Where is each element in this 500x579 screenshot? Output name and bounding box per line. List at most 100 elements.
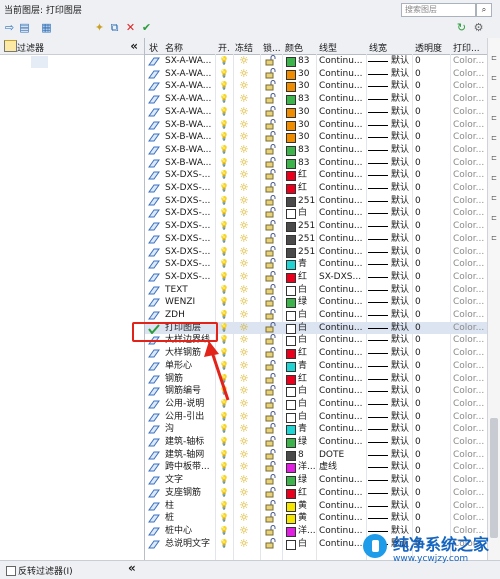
lightbulb-icon[interactable]: 💡 (219, 334, 231, 347)
unlock-icon[interactable] (265, 537, 277, 551)
sun-icon[interactable]: ☼ (239, 207, 251, 220)
transparency[interactable]: 0 (415, 334, 445, 347)
sun-icon[interactable]: ☼ (239, 334, 251, 347)
linetype[interactable]: Continu... (319, 500, 365, 513)
lineweight[interactable]: 默认 (391, 106, 411, 119)
color-swatch[interactable] (286, 349, 296, 360)
transparency[interactable]: 0 (415, 296, 445, 309)
lineweight[interactable]: 默认 (391, 220, 411, 233)
color-name[interactable]: 30 (298, 68, 315, 81)
lightbulb-icon[interactable]: 💡 (219, 500, 231, 513)
layer-name[interactable]: 建筑-轴标 (165, 436, 214, 449)
transparency[interactable]: 0 (415, 360, 445, 373)
transparency[interactable]: 0 (415, 284, 445, 297)
linetype[interactable]: Continu... (319, 309, 365, 322)
plot-style[interactable]: Color... (453, 131, 485, 144)
lineweight[interactable]: 默认 (391, 207, 411, 220)
color-name[interactable]: 红 (298, 487, 315, 500)
plot-style[interactable]: Color... (453, 246, 485, 259)
lightbulb-icon[interactable]: 💡 (219, 68, 231, 81)
layer-name[interactable]: 建筑-轴网 (165, 449, 214, 462)
layer-row[interactable]: SX-B-WA... 💡 ☼ 83 Continu... 默认 0 Color... (145, 144, 487, 157)
layer-row[interactable]: WENZI 💡 ☼ 绿 Continu... 默认 0 Color... (145, 296, 487, 309)
lineweight[interactable]: 默认 (391, 474, 411, 487)
unlock-icon[interactable] (265, 283, 277, 297)
lightbulb-icon[interactable]: 💡 (219, 296, 231, 309)
strip-icon[interactable]: ⊏ (491, 114, 499, 122)
lineweight[interactable]: 默认 (391, 119, 411, 132)
plot-style[interactable]: Color... (453, 512, 485, 525)
color-swatch[interactable] (286, 95, 296, 106)
strip-icon[interactable]: ⊏ (491, 54, 499, 62)
unlock-icon[interactable] (265, 105, 277, 119)
color-name[interactable]: 红 (298, 373, 315, 386)
layer-name[interactable]: SX-DXS-... (165, 220, 214, 233)
unlock-icon[interactable] (265, 474, 277, 487)
transparency[interactable]: 0 (415, 131, 445, 144)
plot-style[interactable]: Color... (453, 169, 485, 182)
lightbulb-icon[interactable]: 💡 (219, 538, 231, 551)
plot-style[interactable]: Color... (453, 373, 485, 386)
sun-icon[interactable]: ☼ (239, 93, 251, 106)
color-name[interactable]: 83 (298, 55, 315, 68)
color-name[interactable]: 白 (298, 284, 315, 297)
color-swatch[interactable] (286, 209, 296, 220)
lightbulb-icon[interactable]: 💡 (219, 347, 231, 360)
plot-style[interactable]: Color... (453, 309, 485, 322)
lightbulb-icon[interactable]: 💡 (219, 195, 231, 208)
color-swatch[interactable] (286, 450, 296, 461)
delete-layer-icon[interactable]: ✕ (124, 21, 137, 34)
lineweight[interactable]: 默认 (391, 68, 411, 81)
linetype[interactable]: Continu... (319, 411, 365, 424)
transparency[interactable]: 0 (415, 233, 445, 246)
transparency[interactable]: 0 (415, 246, 445, 259)
invert-filter-checkbox[interactable] (6, 566, 16, 576)
layer-states-icon[interactable]: ▦ (40, 21, 53, 34)
layer-name[interactable]: 大样钢筋 (165, 347, 214, 360)
lineweight[interactable]: 默认 (391, 449, 411, 462)
unlock-icon[interactable] (265, 448, 277, 462)
refresh-icon[interactable]: ↻ (455, 21, 468, 34)
col-lineweight[interactable]: 线宽 (369, 41, 387, 54)
layer-name[interactable]: SX-DXS-... (165, 246, 214, 259)
sun-icon[interactable]: ☼ (239, 385, 251, 398)
color-name[interactable]: 黄 (298, 500, 315, 513)
color-name[interactable]: 83 (298, 157, 315, 170)
col-name[interactable]: 名称 (165, 41, 183, 54)
strip-icon[interactable]: ⊏ (491, 134, 499, 142)
transparency[interactable]: 0 (415, 500, 445, 513)
color-name[interactable]: 青 (298, 360, 315, 373)
new-layer-icon[interactable]: ✦ (93, 21, 106, 34)
lineweight[interactable]: 默认 (391, 182, 411, 195)
lightbulb-icon[interactable]: 💡 (219, 131, 231, 144)
plot-style[interactable]: Color... (453, 233, 485, 246)
set-current-icon[interactable]: ✔ (140, 21, 153, 34)
layer-name[interactable]: 文字 (165, 474, 214, 487)
lineweight[interactable]: 默认 (391, 296, 411, 309)
linetype[interactable]: Continu... (319, 436, 365, 449)
lightbulb-icon[interactable]: 💡 (219, 182, 231, 195)
color-swatch[interactable] (286, 438, 296, 448)
unlock-icon[interactable] (265, 461, 277, 474)
layer-row[interactable]: SX-DXS-... 💡 ☼ 白 Continu... 默认 0 Color... (145, 207, 487, 220)
layer-name[interactable]: SX-B-WA... (165, 157, 214, 170)
lineweight[interactable]: 默认 (391, 144, 411, 157)
color-name[interactable]: 红 (298, 169, 315, 182)
color-swatch[interactable] (286, 323, 296, 334)
transparency[interactable]: 0 (415, 487, 445, 500)
lightbulb-icon[interactable]: 💡 (219, 461, 231, 474)
transparency[interactable]: 0 (415, 373, 445, 386)
layer-row[interactable]: SX-DXS-... 💡 ☼ 青 Continu... 默认 0 Color... (145, 258, 487, 271)
linetype[interactable]: Continu... (319, 423, 365, 436)
color-swatch[interactable] (286, 387, 296, 398)
color-name[interactable]: 红 (298, 271, 315, 284)
sun-icon[interactable]: ☼ (239, 246, 251, 259)
transparency[interactable]: 0 (415, 80, 445, 93)
col-plot-style[interactable]: 打印... (453, 41, 483, 54)
transparency[interactable]: 0 (415, 93, 445, 106)
layer-name[interactable]: SX-DXS-... (165, 258, 214, 271)
color-name[interactable]: 红 (298, 182, 315, 195)
sun-icon[interactable]: ☼ (239, 436, 251, 449)
color-swatch[interactable] (286, 272, 296, 283)
lineweight[interactable]: 默认 (391, 284, 411, 297)
